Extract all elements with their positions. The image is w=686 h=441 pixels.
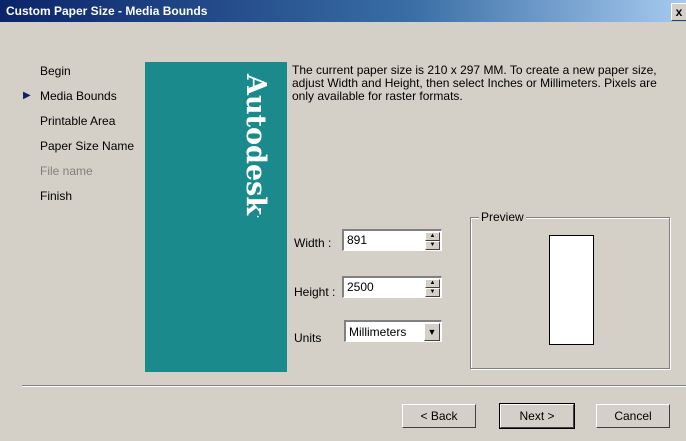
spin-up-icon[interactable]: ▲ [425,232,440,241]
spin-up-icon[interactable]: ▲ [425,279,440,288]
step-label: Printable Area [40,114,116,128]
preview-group: Preview [470,210,670,369]
step-label: Finish [40,189,73,203]
units-label: Units [294,331,322,345]
window-title: Custom Paper Size - Media Bounds [6,4,208,18]
units-select[interactable]: Millimeters ▼ [344,320,442,342]
spin-down-icon[interactable]: ▼ [425,288,440,297]
height-field[interactable]: 2500 ▲ ▼ [342,276,442,298]
step-label: File name [40,164,93,178]
height-value: 2500 [347,280,374,294]
step-label: Paper Size Name [40,139,135,153]
description-text: The current paper size is 210 x 297 MM. … [292,63,657,103]
width-spinner[interactable]: ▲ ▼ [425,232,440,250]
width-value: 891 [347,233,368,247]
title-bar: Custom Paper Size - Media Bounds x [0,0,686,22]
next-button[interactable]: Next > [499,403,575,429]
preview-label: Preview [479,210,526,224]
cancel-button[interactable]: Cancel [596,404,670,428]
divider [22,385,686,387]
close-button[interactable]: x [671,3,686,21]
paper-preview [549,235,594,345]
width-label: Width : [294,236,332,250]
dropdown-arrow-icon[interactable]: ▼ [424,323,440,341]
current-step-arrow-icon: ▶ [23,90,31,101]
autodesk-logo: Autodesk. [240,74,271,219]
height-label: Height : [294,285,336,299]
spin-down-icon[interactable]: ▼ [425,241,440,250]
height-spinner[interactable]: ▲ ▼ [425,279,440,297]
step-label: Media Bounds [40,89,117,103]
step-label: Begin [40,64,71,78]
back-button[interactable]: < Back [402,404,476,428]
autodesk-banner: Autodesk. [145,62,287,372]
width-field[interactable]: 891 ▲ ▼ [342,229,442,251]
units-value: Millimeters [349,325,407,339]
